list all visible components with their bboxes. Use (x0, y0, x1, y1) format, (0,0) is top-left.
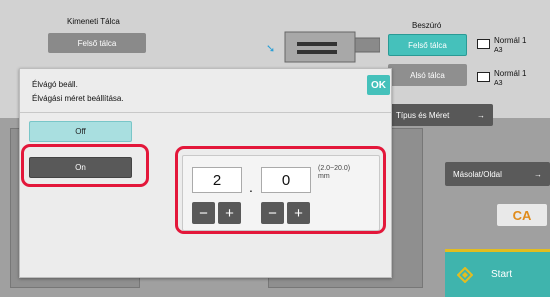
arrow-right-icon: → (534, 169, 542, 179)
start-label: Start (491, 269, 513, 280)
paper-upper-type: Normál 1 (494, 36, 527, 45)
start-diamond-icon (456, 266, 474, 283)
output-tray-label: Kimeneti Tálca (67, 17, 120, 26)
on-button-highlight (21, 144, 149, 187)
lower-tray-button[interactable]: Alsó tálca (388, 64, 467, 86)
clear-all-button[interactable]: CA (497, 204, 547, 226)
ok-button[interactable]: OK (367, 75, 390, 95)
copier-machine-illustration (275, 28, 381, 68)
type-size-button[interactable]: Típus és Méret → (388, 104, 493, 126)
paper-icon (477, 72, 490, 82)
paper-lower-info: Normál 1 A3 (494, 69, 526, 89)
adjuster-highlight (175, 146, 386, 234)
dialog-title: Élvágó beáll. (32, 80, 78, 89)
paper-lower-type: Normál 1 (494, 69, 527, 78)
paper-icon (477, 39, 490, 49)
insert-label: Beszúró (412, 21, 442, 30)
paper-upper-info: Normál 1 A3 (494, 36, 526, 56)
output-tray-button[interactable]: Felső tálca (48, 33, 146, 53)
copy-per-side-label: Másolat/Oldal (453, 169, 502, 179)
paper-lower-size: A3 (494, 80, 503, 87)
paper-upper-size: A3 (494, 47, 503, 54)
type-size-label: Típus és Méret (396, 110, 450, 120)
dialog-subtitle: Élvágási méret beállítása. (32, 94, 124, 103)
start-button[interactable]: Start (445, 249, 550, 297)
off-button[interactable]: Off (29, 121, 132, 142)
copy-per-side-button[interactable]: Másolat/Oldal → (445, 162, 550, 186)
arrow-icon: ➘ (266, 43, 276, 55)
arrow-right-icon: → (477, 110, 485, 120)
divider (20, 112, 391, 113)
upper-tray-button[interactable]: Felső tálca (388, 34, 467, 56)
